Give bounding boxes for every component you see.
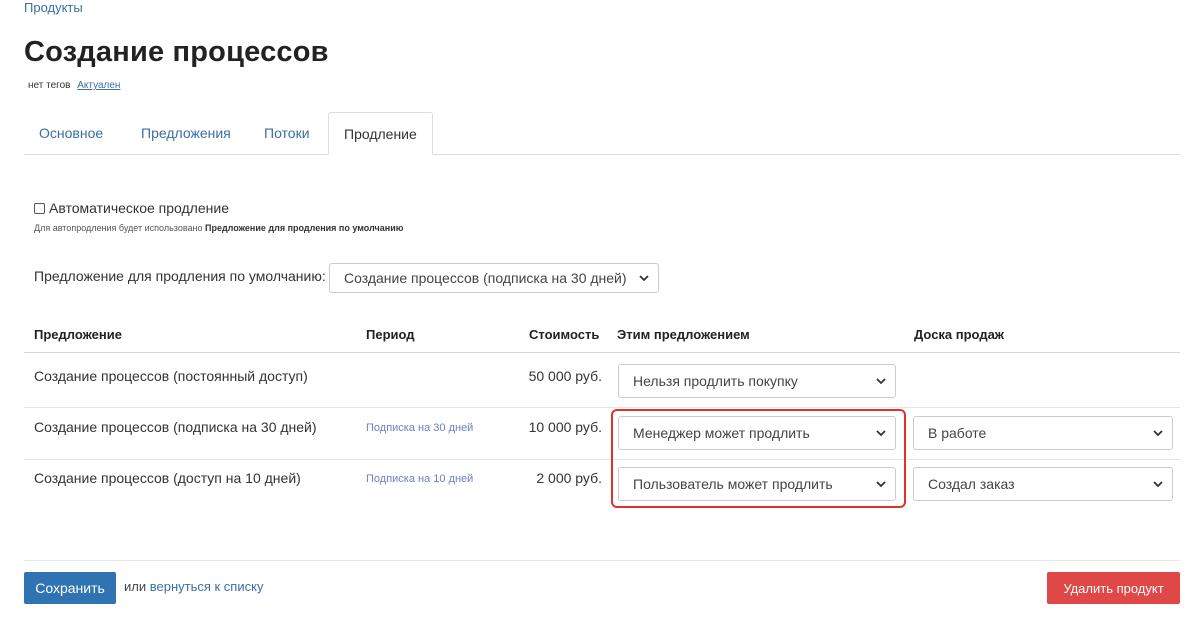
auto-renew-row: Автоматическое продление [34, 200, 229, 216]
row-3-period-link[interactable]: Подписка на 10 дней [366, 473, 473, 485]
tags-text: нет тегов [28, 80, 71, 91]
row-3-board-value: Создал заказ [928, 476, 1015, 492]
auto-renew-label[interactable]: Автоматическое продление [49, 200, 229, 216]
header-offer: Предложение [34, 327, 122, 342]
breadcrumb-products[interactable]: Продукты [24, 0, 83, 15]
chevron-down-icon [1153, 430, 1163, 437]
header-period: Период [366, 327, 415, 342]
default-offer-select-value: Создание процессов (подписка на 30 дней) [344, 270, 627, 286]
tab-offers[interactable]: Предложения [141, 112, 231, 154]
row-2-board-select[interactable]: В работе [913, 416, 1173, 450]
page-title: Создание процессов [24, 36, 329, 68]
table-header-divider [24, 352, 1180, 353]
row-2-board-value: В работе [928, 425, 987, 441]
footer-divider [24, 560, 1180, 561]
chevron-down-icon [876, 378, 886, 385]
row-divider [24, 459, 1180, 460]
tabs-bar: Основное Предложения Потоки Продление [24, 112, 1180, 155]
row-1-offer: Создание процессов (постоянный доступ) [34, 368, 308, 384]
or-text: или [124, 579, 150, 594]
row-1-price: 50 000 руб. [528, 368, 602, 384]
row-1-renewal-select[interactable]: Нельзя продлить покупку [618, 364, 896, 398]
back-to-list-link[interactable]: вернуться к списку [150, 579, 264, 594]
save-button[interactable]: Сохранить [24, 572, 116, 604]
header-renewal: Этим предложением [617, 327, 750, 342]
row-2-period-link[interactable]: Подписка на 30 дней [366, 422, 473, 434]
header-board: Доска продаж [914, 327, 1005, 342]
auto-renew-checkbox[interactable] [34, 202, 45, 214]
row-1-renewal-value: Нельзя продлить покупку [633, 373, 798, 389]
row-3-offer: Создание процессов (доступ на 10 дней) [34, 470, 301, 486]
auto-renew-hint: Для автопродления будет использовано Пре… [34, 223, 403, 233]
status-link[interactable]: Актуален [77, 80, 120, 91]
tab-main[interactable]: Основное [39, 112, 103, 154]
auto-renew-hint-bold: Предложение для продления по умолчанию [204, 223, 404, 233]
row-2-offer: Создание процессов (подписка на 30 дней) [34, 419, 317, 435]
tab-streams[interactable]: Потоки [264, 112, 310, 154]
chevron-down-icon [1153, 481, 1163, 488]
header-price: Стоимость [529, 327, 600, 342]
auto-renew-hint-text: Для автопродления будет использовано [34, 223, 205, 233]
row-3-price: 2 000 руб. [536, 470, 602, 486]
renewal-highlight-box [611, 409, 906, 508]
row-2-price: 10 000 руб. [528, 419, 602, 435]
default-offer-label: Предложение для продления по умолчанию: [34, 268, 326, 284]
default-offer-select[interactable]: Создание процессов (подписка на 30 дней) [329, 263, 659, 293]
footer-or-text: или вернуться к списку [124, 579, 263, 594]
tags-row: нет тегов Актуален [28, 80, 120, 91]
product-renewal-page: Продукты Создание процессов нет тегов Ак… [0, 0, 1200, 625]
delete-product-button[interactable]: Удалить продукт [1047, 572, 1180, 604]
chevron-down-icon [639, 275, 649, 282]
tab-renewal[interactable]: Продление [328, 112, 433, 155]
row-divider [24, 407, 1180, 408]
row-3-board-select[interactable]: Создал заказ [913, 467, 1173, 501]
